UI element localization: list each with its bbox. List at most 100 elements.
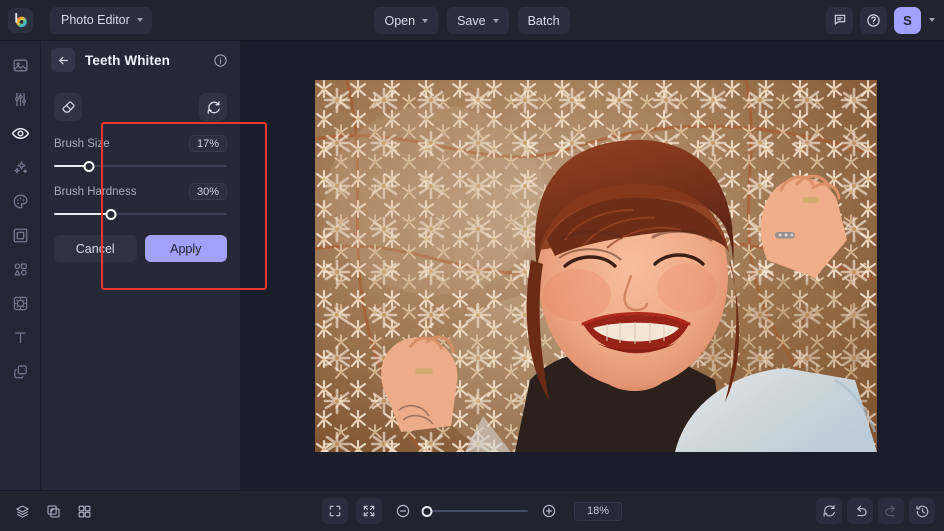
brush-hardness-value[interactable]: 30% [188, 183, 227, 200]
top-toolbar: Photo Editor Open Save Batch S [0, 0, 944, 41]
eraser-icon [61, 100, 75, 113]
photo-editor-app: Photo Editor Open Save Batch S Teeth Whi… [0, 0, 944, 531]
zoom-level-value[interactable]: 18% [574, 501, 622, 521]
zoom-in-button[interactable] [536, 498, 562, 524]
sidebar-item-effects[interactable] [4, 151, 36, 183]
eye-icon [11, 127, 29, 139]
question-circle-icon [867, 13, 880, 27]
sidebar-item-frames[interactable] [4, 219, 36, 251]
tool-panel-header: Teeth Whiten [41, 41, 240, 79]
brush-size-label-row: Brush Size 17% [54, 135, 227, 152]
reset-brush-button[interactable] [199, 93, 227, 121]
sliders-icon [14, 92, 26, 106]
brush-hardness-slider[interactable] [54, 207, 227, 221]
arrow-left-icon [58, 56, 68, 64]
app-switcher-button[interactable]: Photo Editor [50, 6, 152, 34]
redo-button[interactable] [878, 498, 904, 524]
history-icon [915, 505, 928, 517]
brush-hardness-fill [54, 213, 112, 215]
bottom-left-tools [9, 498, 97, 524]
top-right-actions: S [826, 6, 944, 34]
sidebar-item-retouch[interactable] [4, 117, 36, 149]
palette-icon [13, 194, 28, 208]
brush-hardness-slider-block: Brush Hardness 30% [54, 183, 227, 221]
cancel-button[interactable]: Cancel [54, 235, 137, 262]
save-label: Save [457, 13, 486, 28]
sidebar-item-layers[interactable] [4, 355, 36, 387]
redo-icon [884, 505, 895, 516]
chevron-down-icon [929, 18, 935, 22]
undo-button[interactable] [847, 498, 873, 524]
brush-hardness-handle[interactable] [105, 208, 117, 220]
sidebar-item-adjust[interactable] [4, 83, 36, 115]
brush-hardness-label: Brush Hardness [54, 185, 137, 198]
open-button[interactable]: Open [374, 7, 439, 34]
brush-size-handle[interactable] [83, 160, 95, 172]
brush-size-value[interactable]: 17% [188, 135, 227, 152]
photo-image [315, 80, 877, 452]
shapes-icon [13, 262, 27, 275]
stack-layers-icon [13, 364, 27, 378]
reset-refresh-icon [207, 100, 220, 114]
info-button[interactable] [213, 53, 228, 68]
fit-to-screen-button[interactable] [356, 498, 382, 524]
app-switcher-label: Photo Editor [61, 13, 130, 27]
grid-icon [78, 505, 90, 517]
app-body: Teeth Whiten Brush Size 17% Brush Hardne… [0, 41, 944, 490]
open-label: Open [384, 13, 416, 28]
batch-label: Batch [527, 13, 560, 28]
canvas-area[interactable] [241, 41, 944, 490]
apply-button[interactable]: Apply [144, 235, 227, 262]
sidebar-item-elements[interactable] [4, 253, 36, 285]
brush-hardness-label-row: Brush Hardness 30% [54, 183, 227, 200]
avatar-menu-button[interactable] [929, 18, 935, 22]
bottom-toolbar: 18% [0, 490, 944, 531]
zoom-slider[interactable] [421, 504, 528, 518]
chevron-down-icon [136, 18, 143, 22]
fit-to-screen-icon [363, 505, 375, 517]
image-icon [12, 59, 28, 71]
reset-button[interactable] [816, 498, 842, 524]
zoom-slider-track [424, 510, 528, 512]
compare-split-icon [46, 504, 60, 518]
layers-button[interactable] [9, 498, 35, 524]
sparkles-icon [13, 160, 27, 173]
compare-button[interactable] [40, 498, 66, 524]
brush-mode-row [54, 93, 227, 121]
undo-icon [856, 505, 867, 516]
overlay-icon [13, 296, 27, 310]
grid-button[interactable] [71, 498, 97, 524]
layers-icon [15, 504, 29, 518]
chevron-down-icon [492, 18, 499, 23]
zoom-out-button[interactable] [390, 498, 416, 524]
brush-size-slider-block: Brush Size 17% [54, 135, 227, 173]
sidebar-item-text[interactable] [4, 321, 36, 353]
avatar[interactable]: S [894, 6, 921, 34]
photo-canvas[interactable] [315, 80, 877, 452]
page-title: Teeth Whiten [85, 52, 170, 68]
brand-logo[interactable] [0, 7, 41, 33]
sidebar-item-image[interactable] [4, 49, 36, 81]
sidebar-item-color[interactable] [4, 185, 36, 217]
chevron-down-icon [422, 18, 429, 23]
brush-size-slider[interactable] [54, 159, 227, 173]
history-button[interactable] [909, 498, 935, 524]
fullscreen-button[interactable] [322, 498, 348, 524]
sidebar-item-overlays[interactable] [4, 287, 36, 319]
zoom-in-plus-icon [542, 504, 556, 518]
batch-button[interactable]: Batch [517, 7, 570, 34]
info-circle-icon [214, 53, 227, 67]
feedback-button[interactable] [826, 6, 853, 34]
help-button[interactable] [860, 6, 887, 34]
zoom-slider-handle[interactable] [421, 505, 433, 517]
brush-size-label: Brush Size [54, 137, 110, 150]
brand-logo-icon [8, 7, 33, 33]
expand-fullscreen-icon [329, 505, 341, 517]
save-button[interactable]: Save [447, 7, 509, 34]
chat-bubble-icon [834, 14, 845, 25]
left-sidebar [0, 41, 41, 490]
eraser-button[interactable] [54, 93, 82, 121]
back-button[interactable] [51, 48, 75, 72]
frame-icon [13, 228, 27, 242]
zoom-controls: 18% [0, 491, 944, 531]
